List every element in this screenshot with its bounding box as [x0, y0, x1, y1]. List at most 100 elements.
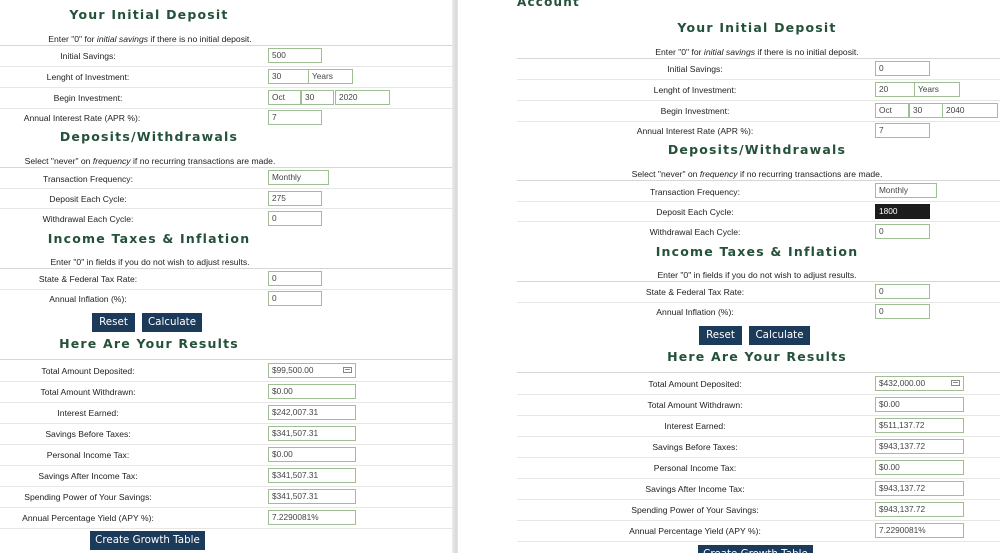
calculate-button[interactable]: Calculate — [749, 326, 810, 345]
frequency-note: Select "never" on frequency if no recurr… — [631, 169, 883, 179]
section-title-deposits-withdrawals: Deposits/Withdrawals — [59, 129, 239, 144]
spending-power-output: $943,137.72 — [875, 502, 964, 517]
total-withdrawn-output: $0.00 — [875, 397, 964, 412]
frequency-note: Select "never" on frequency if no recurr… — [24, 156, 276, 166]
begin-month-select[interactable]: Oct — [268, 90, 301, 105]
divider — [517, 372, 1000, 373]
tax-rate-input[interactable]: 0 — [268, 271, 322, 286]
inflation-input[interactable]: 0 — [268, 291, 322, 306]
frequency-select[interactable]: Monthly — [268, 170, 329, 185]
divider — [0, 45, 452, 46]
total-deposited-output: $432,000.00 — [875, 376, 964, 391]
row-divider — [0, 66, 452, 67]
row-divider — [517, 302, 1000, 303]
row-divider — [517, 79, 1000, 80]
personal-tax-output: $0.00 — [268, 447, 356, 462]
apr-input[interactable]: 7 — [875, 123, 930, 138]
begin-year-input[interactable]: 2040 — [942, 103, 998, 118]
deposit-cycle-label: Deposit Each Cycle: — [49, 194, 127, 204]
length-unit-select[interactable]: Years — [308, 69, 353, 84]
apy-label: Annual Percentage Yield (APY %): — [629, 526, 761, 536]
row-divider — [517, 394, 1000, 395]
row-divider — [0, 87, 452, 88]
begin-day-select[interactable]: 30 — [909, 103, 943, 118]
row-divider — [517, 100, 1000, 101]
withdrawal-cycle-label: Withdrawal Each Cycle: — [42, 214, 134, 224]
initial-deposit-note: Enter "0" for initial savings if there i… — [48, 34, 252, 44]
length-label: Lenght of Investment: — [653, 85, 737, 95]
apy-output: 7.2290081% — [268, 510, 356, 525]
begin-year-input[interactable]: 2020 — [335, 90, 390, 105]
account-heading: Account — [517, 0, 580, 9]
savings-before-label: Savings Before Taxes: — [45, 429, 131, 439]
total-deposited-value: $432,000.00 — [879, 378, 926, 388]
row-divider — [0, 528, 452, 529]
calculator-icon — [951, 380, 960, 386]
spending-power-output: $341,507.31 — [268, 489, 356, 504]
row-divider — [0, 444, 452, 445]
row-divider — [0, 108, 452, 109]
total-deposited-label: Total Amount Deposited: — [41, 366, 135, 376]
row-divider — [0, 208, 452, 209]
inflation-label: Annual Inflation (%): — [656, 307, 734, 317]
taxes-note: Enter "0" in fields if you do not wish t… — [50, 257, 250, 267]
begin-day-select[interactable]: 30 — [301, 90, 334, 105]
inflation-label: Annual Inflation (%): — [49, 294, 127, 304]
reset-button[interactable]: Reset — [699, 326, 742, 345]
personal-tax-label: Personal Income Tax: — [46, 450, 130, 460]
row-divider — [517, 201, 1000, 202]
divider — [0, 268, 452, 269]
create-growth-table-button[interactable]: Create Growth Table — [90, 531, 205, 550]
deposit-cycle-input[interactable]: 275 — [268, 191, 322, 206]
tax-rate-input[interactable]: 0 — [875, 284, 930, 299]
row-divider — [0, 381, 452, 382]
row-divider — [0, 423, 452, 424]
reset-button[interactable]: Reset — [92, 313, 135, 332]
row-divider — [0, 486, 452, 487]
row-divider — [517, 436, 1000, 437]
apr-label: Annual Interest Rate (APR %): — [23, 113, 141, 123]
frequency-select[interactable]: Monthly — [875, 183, 937, 198]
apr-label: Annual Interest Rate (APR %): — [636, 126, 754, 136]
calculate-button[interactable]: Calculate — [142, 313, 202, 332]
row-divider — [517, 478, 1000, 479]
section-title-taxes: Income Taxes & Inflation — [655, 244, 859, 259]
interest-earned-label: Interest Earned: — [57, 408, 119, 418]
section-title-results: Here Are Your Results — [667, 349, 847, 364]
divider — [0, 167, 452, 168]
savings-before-label: Savings Before Taxes: — [652, 442, 738, 452]
deposit-cycle-input[interactable]: 1800 — [875, 204, 930, 219]
divider — [517, 180, 1000, 181]
inflation-input[interactable]: 0 — [875, 304, 930, 319]
row-divider — [517, 221, 1000, 222]
length-unit-select[interactable]: Years — [914, 82, 960, 97]
savings-after-label: Savings After Income Tax: — [38, 471, 138, 481]
withdrawal-cycle-input[interactable]: 0 — [875, 224, 930, 239]
create-growth-table-button[interactable]: Create Growth Table — [698, 545, 813, 553]
row-divider — [0, 465, 452, 466]
frequency-label: Transaction Frequency: — [43, 174, 133, 184]
length-input[interactable]: 30 — [268, 69, 309, 84]
spending-power-label: Spending Power of Your Savings: — [631, 505, 759, 515]
interest-earned-output: $242,007.31 — [268, 405, 356, 420]
initial-savings-input[interactable]: 0 — [875, 61, 930, 76]
begin-label: Begin Investment: — [660, 106, 730, 116]
row-divider — [0, 188, 452, 189]
withdrawal-cycle-input[interactable]: 0 — [268, 211, 322, 226]
initial-savings-label: Initial Savings: — [667, 64, 723, 74]
length-input[interactable]: 20 — [875, 82, 916, 97]
row-divider — [517, 499, 1000, 500]
deposit-cycle-label: Deposit Each Cycle: — [656, 207, 734, 217]
apy-label: Annual Percentage Yield (APY %): — [22, 513, 154, 523]
apr-input[interactable]: 7 — [268, 110, 322, 125]
begin-label: Begin Investment: — [53, 93, 123, 103]
begin-month-select[interactable]: Oct — [875, 103, 909, 118]
row-divider — [517, 457, 1000, 458]
row-divider — [517, 121, 1000, 122]
total-deposited-output: $99,500.00 — [268, 363, 356, 378]
initial-savings-input[interactable]: 500 — [268, 48, 322, 63]
row-divider — [0, 289, 452, 290]
length-label: Lenght of Investment: — [46, 72, 130, 82]
savings-after-output: $943,137.72 — [875, 481, 964, 496]
divider — [0, 359, 452, 360]
